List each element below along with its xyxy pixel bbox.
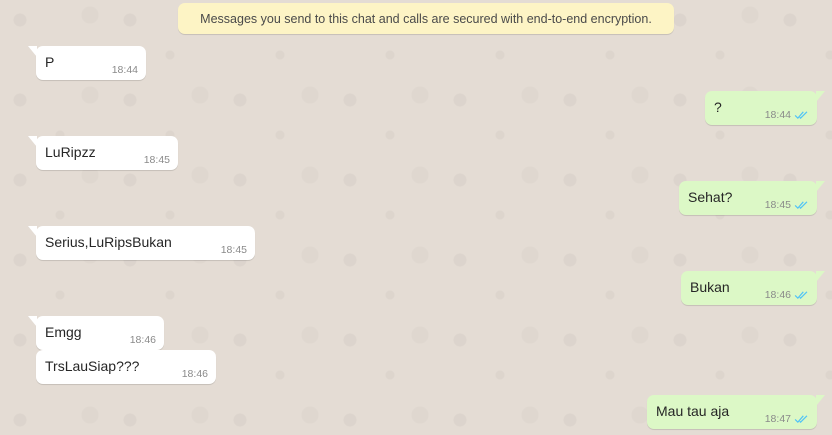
- message-text: Mau tau aja: [656, 403, 730, 419]
- encryption-notice-text: Messages you send to this chat and calls…: [200, 11, 652, 26]
- message-text: TrsLauSiap???: [45, 358, 140, 374]
- encryption-notice[interactable]: Messages you send to this chat and calls…: [178, 3, 674, 34]
- message-bubble-incoming[interactable]: Serius,LuRipsBukan 18:45: [28, 226, 255, 260]
- message-text: LuRipzz: [45, 144, 96, 160]
- message-text: P: [45, 54, 55, 70]
- message-time: 18:46: [764, 289, 791, 301]
- message-time: 18:47: [764, 413, 791, 425]
- message-bubble-incoming[interactable]: TrsLauSiap??? 18:46: [36, 350, 216, 384]
- double-check-read-icon: [794, 201, 808, 210]
- message-time: 18:44: [111, 64, 138, 76]
- message-text: Emgg: [45, 324, 82, 340]
- message-bubble-outgoing[interactable]: Sehat? 18:45: [679, 181, 825, 215]
- message-time: 18:46: [181, 368, 208, 380]
- message-text: Serius,LuRipsBukan: [45, 234, 172, 250]
- message-bubble-outgoing[interactable]: Bukan 18:46: [681, 271, 825, 305]
- message-text: Sehat?: [688, 189, 733, 205]
- double-check-read-icon: [794, 291, 808, 300]
- message-time: 18:46: [129, 334, 156, 346]
- message-bubble-outgoing[interactable]: ? 18:44: [705, 91, 825, 125]
- double-check-read-icon: [794, 415, 808, 424]
- message-bubble-incoming[interactable]: P 18:44: [28, 46, 146, 80]
- message-time: 18:45: [143, 154, 170, 166]
- double-check-read-icon: [794, 111, 808, 120]
- message-text: Bukan: [690, 279, 730, 295]
- message-time: 18:45: [764, 199, 791, 211]
- chat-message-pane[interactable]: Messages you send to this chat and calls…: [0, 0, 832, 435]
- message-time: 18:45: [220, 244, 247, 256]
- message-text: ?: [714, 99, 722, 115]
- message-time: 18:44: [764, 109, 791, 121]
- message-bubble-incoming[interactable]: Emgg 18:46: [28, 316, 164, 350]
- message-bubble-outgoing[interactable]: Mau tau aja 18:47: [647, 395, 825, 429]
- message-bubble-incoming[interactable]: LuRipzz 18:45: [28, 136, 178, 170]
